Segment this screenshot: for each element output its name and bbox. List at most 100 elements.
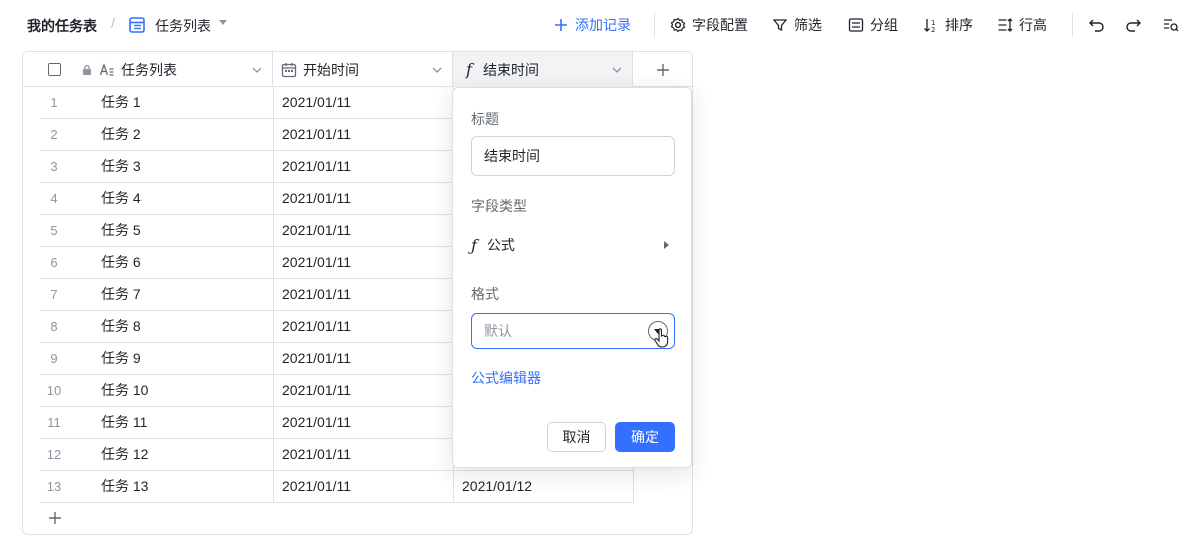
cell-task-name[interactable]: 任务 9 [101,343,141,375]
format-placeholder: 默认 [484,323,512,339]
add-record-label: 添加记录 [575,17,631,33]
group-label: 分组 [870,17,898,33]
cell-start-time[interactable]: 2021/01/11 [282,119,351,151]
header-select-cell [23,52,73,87]
text-field-icon [99,62,114,76]
cell-start-time[interactable]: 2021/01/11 [282,279,351,311]
toolbar-divider [654,13,655,37]
column-label: 开始时间 [303,61,359,78]
column-header-start[interactable]: 开始时间 [273,52,453,87]
column-label: 结束时间 [483,61,539,78]
field-type-select[interactable]: ƒ 公式 [471,235,675,255]
cell-start-time[interactable]: 2021/01/11 [282,151,351,183]
row-number: 8 [50,319,58,334]
row-number: 9 [50,351,58,366]
grid-view-icon [129,17,145,33]
field-type-label: 字段类型 [471,198,527,214]
row-number: 10 [46,383,62,398]
filter-label: 筛选 [794,17,822,33]
row-number: 7 [50,287,58,302]
group-icon [848,18,864,32]
add-record-button[interactable]: 添加记录 [553,14,631,36]
lock-icon [83,64,91,75]
row-number: 6 [50,255,58,270]
title-input[interactable]: 结束时间 [471,136,675,176]
plus-icon [657,63,669,76]
cell-task-name[interactable]: 任务 2 [101,119,141,151]
cell-task-name[interactable]: 任务 6 [101,247,141,279]
sort-icon: 12 [924,19,935,33]
confirm-button[interactable]: 确定 [615,422,675,452]
gear-icon [670,17,686,33]
row-number: 1 [50,95,58,110]
cell-start-time[interactable]: 2021/01/11 [282,375,351,407]
breadcrumb-view[interactable]: 任务列表 [155,16,211,36]
group-button[interactable]: 分组 [848,14,898,36]
row-height-icon [998,18,1013,32]
redo-icon[interactable] [1124,16,1142,34]
row-number: 4 [50,191,58,206]
cancel-button[interactable]: 取消 [547,422,606,452]
breadcrumb-separator: / [111,15,116,32]
undo-icon[interactable] [1088,16,1106,34]
formula-icon: ƒ [471,235,477,255]
field-config-label: 字段配置 [692,17,748,33]
select-all-checkbox[interactable] [48,63,61,76]
column-header-end[interactable]: f 结束时间 [453,52,633,87]
cell-task-name[interactable]: 任务 7 [101,279,141,311]
cell-task-name[interactable]: 任务 11 [101,407,147,439]
cell-task-name[interactable]: 任务 8 [101,311,141,343]
field-config-button[interactable]: 字段配置 [670,14,748,36]
cell-start-time[interactable]: 2021/01/11 [282,471,351,503]
cell-start-time[interactable]: 2021/01/11 [282,87,351,119]
table-row[interactable]: 13 任务 13 2021/01/11 2021/01/12 [23,471,634,503]
cell-start-time[interactable]: 2021/01/11 [282,247,351,279]
row-number: 12 [46,447,62,462]
chevron-down-icon[interactable] [252,65,262,75]
cell-start-time[interactable]: 2021/01/11 [282,215,351,247]
title-label: 标题 [471,111,499,127]
cell-start-time[interactable]: 2021/01/11 [282,407,351,439]
cell-task-name[interactable]: 任务 5 [101,215,141,247]
cell-start-time[interactable]: 2021/01/11 [282,183,351,215]
cell-start-time[interactable]: 2021/01/11 [282,343,351,375]
column-label: 任务列表 [121,61,177,78]
cell-start-time[interactable]: 2021/01/11 [282,311,351,343]
toolbar: 我的任务表 / 任务列表 添加记录 字段配置 筛选 分组 12 排序 行高 [0,0,1199,50]
format-select[interactable]: 默认 [471,313,675,349]
search-icon[interactable] [1162,16,1180,34]
caret-right-icon [664,241,669,249]
row-height-label: 行高 [1019,17,1047,33]
cell-end-time[interactable]: 2021/01/12 [462,471,532,503]
plus-icon [555,19,567,31]
cell-task-name[interactable]: 任务 3 [101,151,141,183]
cell-task-name[interactable]: 任务 12 [101,439,148,471]
row-number: 5 [50,223,58,238]
formula-icon: f [466,60,472,79]
cell-start-time[interactable]: 2021/01/11 [282,439,351,471]
cell-task-name[interactable]: 任务 4 [101,183,141,215]
chevron-down-icon[interactable] [432,65,442,75]
cell-task-name[interactable]: 任务 13 [101,471,148,503]
field-config-popover: 标题 结束时间 字段类型 ƒ 公式 格式 默认 公式编辑器 取消 确定 [452,87,692,468]
row-height-button[interactable]: 行高 [997,14,1047,36]
cell-task-name[interactable]: 任务 10 [101,375,148,407]
field-type-value: 公式 [486,237,515,253]
breadcrumb-root[interactable]: 我的任务表 [27,16,97,36]
format-label: 格式 [471,286,499,302]
add-column-button[interactable] [633,52,692,87]
row-number: 2 [50,127,58,142]
filter-icon [772,19,788,32]
row-number: 3 [50,159,58,174]
cell-task-name[interactable]: 任务 1 [101,87,141,119]
chevron-down-icon[interactable] [612,65,622,75]
formula-editor-link[interactable]: 公式编辑器 [471,368,541,388]
column-divider [273,87,274,503]
filter-button[interactable]: 筛选 [772,14,822,36]
view-dropdown-icon[interactable] [219,20,227,25]
svg-text:2: 2 [931,26,935,33]
sort-button[interactable]: 12 排序 [923,14,973,36]
add-row-icon[interactable] [47,510,63,526]
hand-cursor-icon [654,328,669,348]
column-header-name[interactable]: 任务列表 [73,52,273,87]
